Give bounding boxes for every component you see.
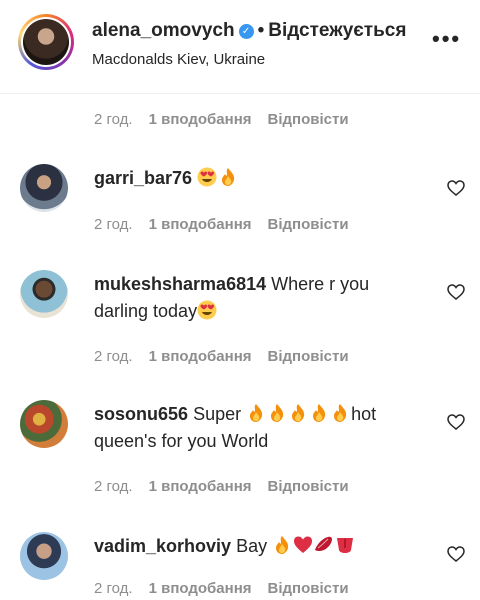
more-options-icon[interactable]: ••• [432, 26, 461, 52]
tongue-emoji-icon [335, 535, 355, 555]
location-link[interactable]: Macdonalds Kiev, Ukraine [92, 51, 265, 68]
follow-status-button[interactable]: Відстежується [268, 20, 406, 41]
comment-time: 2 год. [94, 478, 133, 495]
comment-meta: 2 год. 1 вподобання Відповісти [94, 580, 365, 597]
like-heart-icon[interactable] [446, 544, 466, 564]
comment-meta: 2 год. 1 вподобання Відповісти [94, 478, 365, 495]
fire-emoji-icon [272, 535, 292, 555]
comment-username[interactable]: sosonu656 [94, 404, 188, 424]
comment-time: 2 год. [94, 348, 133, 365]
comment-time: 2 год. [94, 580, 133, 597]
comment-meta: 2 год. 1 вподобання Відповісти [94, 348, 365, 365]
comment-text: sosonu656 Super hot queen's for you Worl… [94, 401, 424, 455]
likes-link[interactable]: 1 вподобання [149, 216, 252, 233]
likes-link[interactable]: 1 вподобання [149, 580, 252, 597]
fire-emoji-icon [246, 403, 266, 423]
header-title-row: alena_omovych ✓ • Відстежується [92, 20, 406, 42]
comment-time: 2 год. [94, 111, 133, 128]
comment-username[interactable]: mukeshsharma6814 [94, 274, 266, 294]
commenter-avatar[interactable] [20, 270, 68, 318]
comment-body: Bay [236, 536, 268, 556]
comment-username[interactable]: garri_bar76 [94, 168, 192, 188]
comment-username[interactable]: vadim_korhoviy [94, 536, 231, 556]
lips-emoji-icon [314, 535, 334, 555]
comment-meta: 2 год. 1 вподобання Відповісти [94, 111, 365, 128]
comment-text: garri_bar76 [94, 165, 424, 192]
fire-emoji-icon [330, 403, 350, 423]
profile-photo [23, 19, 69, 65]
separator-dot: • [257, 20, 265, 41]
reply-button[interactable]: Відповісти [268, 478, 349, 495]
comment-text: mukeshsharma6814 Where r you darling tod… [94, 271, 424, 325]
likes-link[interactable]: 1 вподобання [149, 111, 252, 128]
likes-link[interactable]: 1 вподобання [149, 478, 252, 495]
header-username[interactable]: alena_omovych [92, 20, 235, 41]
commenter-avatar[interactable] [20, 532, 68, 580]
like-heart-icon[interactable] [446, 412, 466, 432]
reply-button[interactable]: Відповісти [268, 111, 349, 128]
reply-button[interactable]: Відповісти [268, 348, 349, 365]
fire-emoji-icon [218, 167, 238, 187]
story-avatar[interactable] [18, 14, 74, 70]
fire-emoji-icon [309, 403, 329, 423]
like-heart-icon[interactable] [446, 178, 466, 198]
reply-button[interactable]: Відповісти [268, 216, 349, 233]
comment-body: Super [193, 404, 242, 424]
commenter-avatar[interactable] [20, 164, 68, 212]
likes-link[interactable]: 1 вподобання [149, 348, 252, 365]
like-heart-icon[interactable] [446, 282, 466, 302]
post-header: alena_omovych ✓ • Відстежується Macdonalds … [0, 0, 480, 94]
fire-emoji-icon [267, 403, 287, 423]
heart-eyes-emoji-icon [197, 167, 217, 187]
fire-emoji-icon [288, 403, 308, 423]
heart-eyes-emoji-icon [197, 300, 217, 320]
comment-time: 2 год. [94, 216, 133, 233]
commenter-avatar[interactable] [20, 400, 68, 448]
red-heart-emoji-icon [293, 535, 313, 555]
comment-text: vadim_korhoviy Bay [94, 533, 424, 560]
reply-button[interactable]: Відповісти [268, 580, 349, 597]
comment-meta: 2 год. 1 вподобання Відповісти [94, 216, 365, 233]
verified-badge-icon: ✓ [238, 24, 254, 39]
